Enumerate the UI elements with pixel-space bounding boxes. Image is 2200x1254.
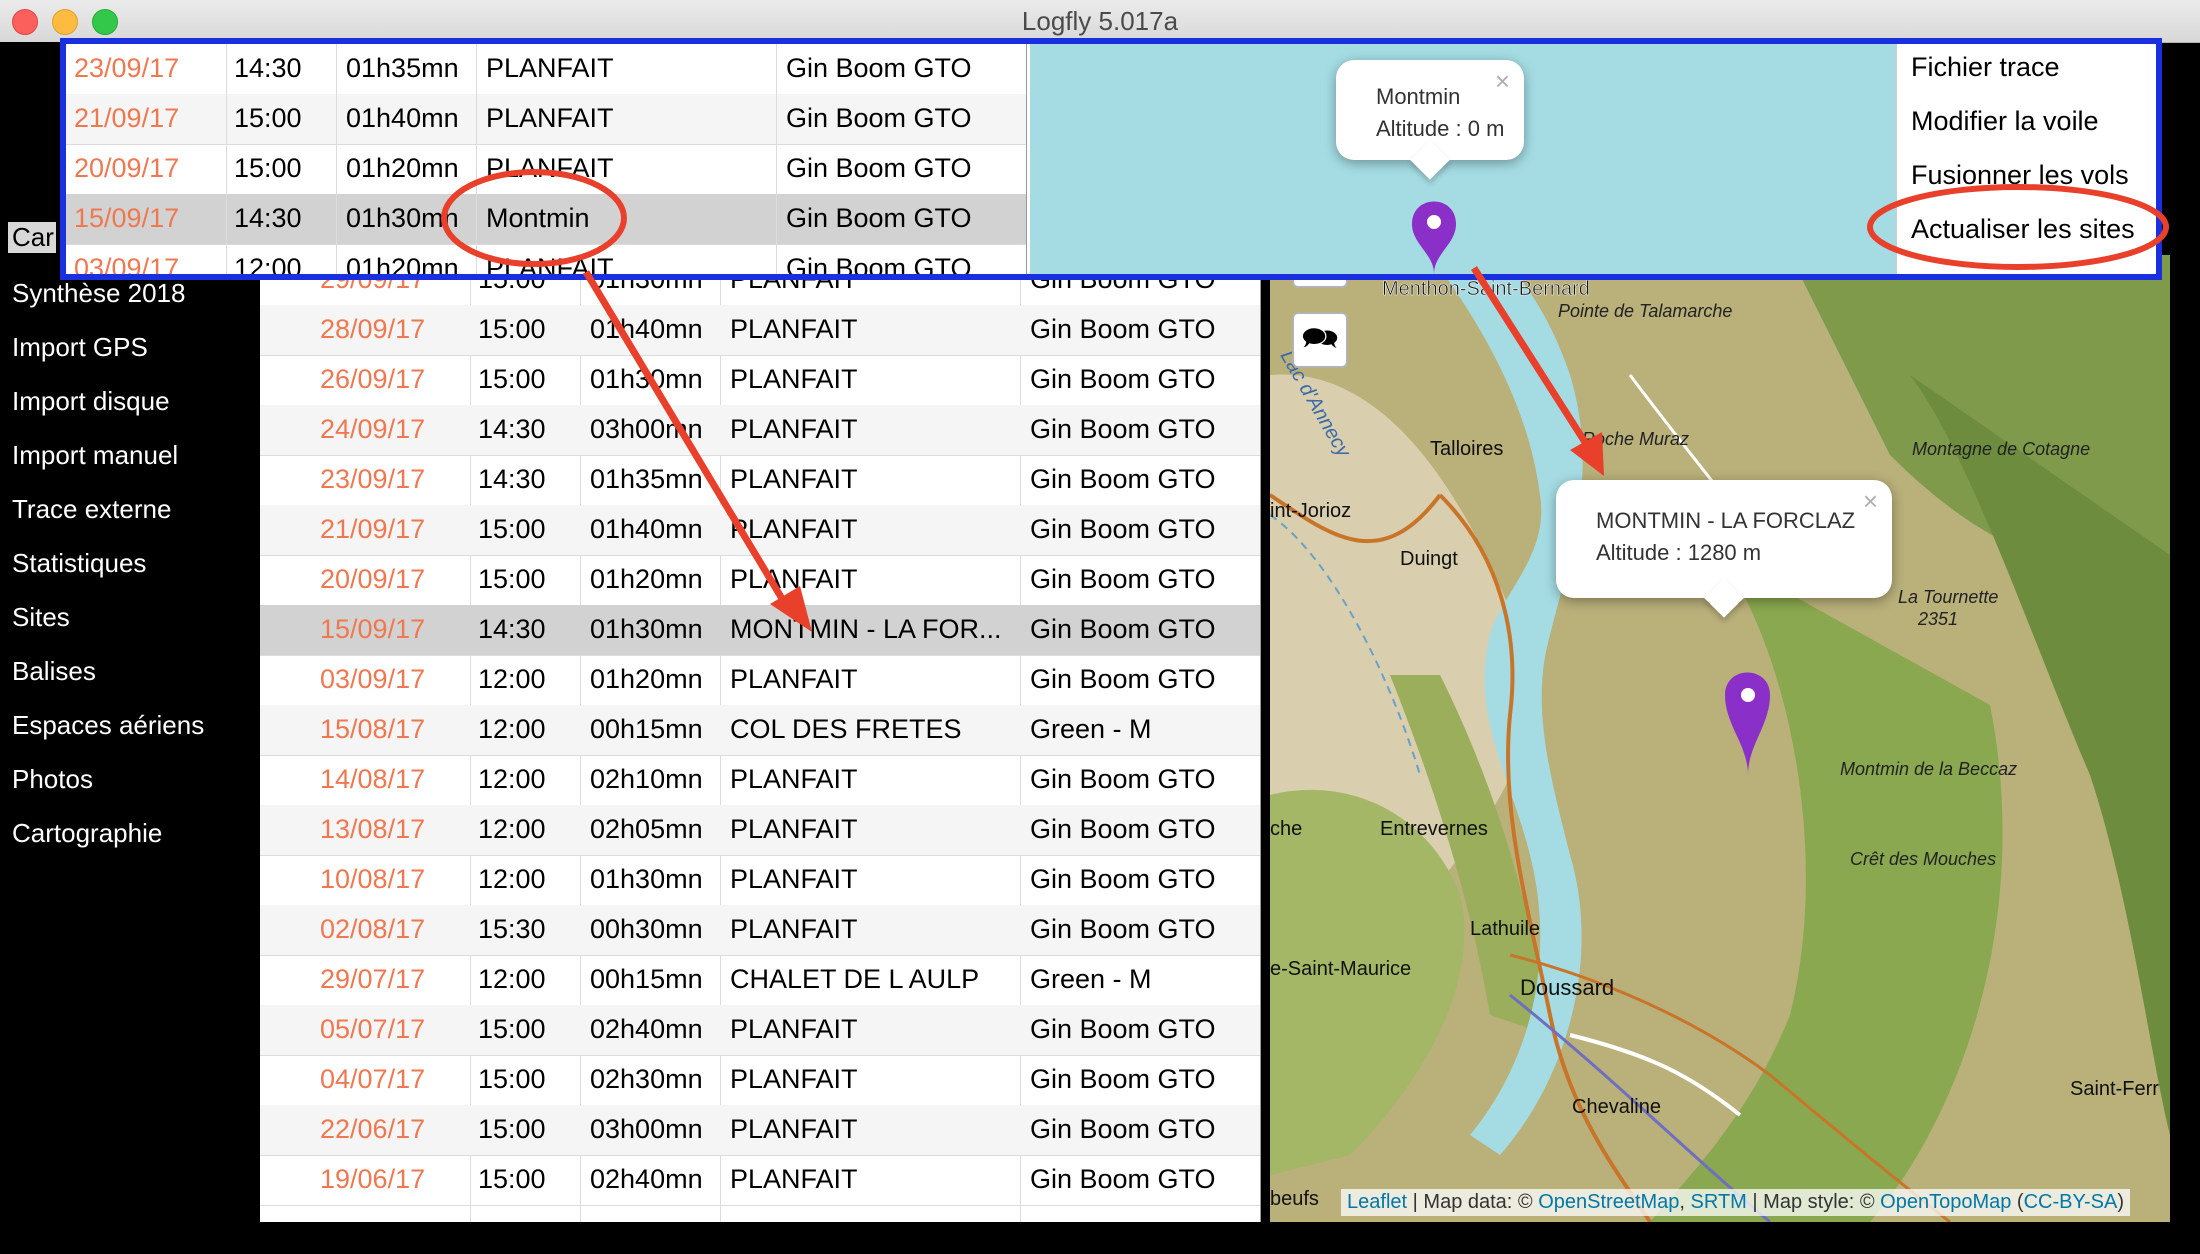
- highlight-ellipse: [1867, 184, 2169, 270]
- annotation-arrow: [1471, 266, 1593, 452]
- annotation-layer: [441, 169, 2169, 632]
- arrow-head: [1570, 432, 1604, 476]
- highlight-ellipse: [441, 169, 627, 267]
- annotation-arrow: [582, 270, 794, 614]
